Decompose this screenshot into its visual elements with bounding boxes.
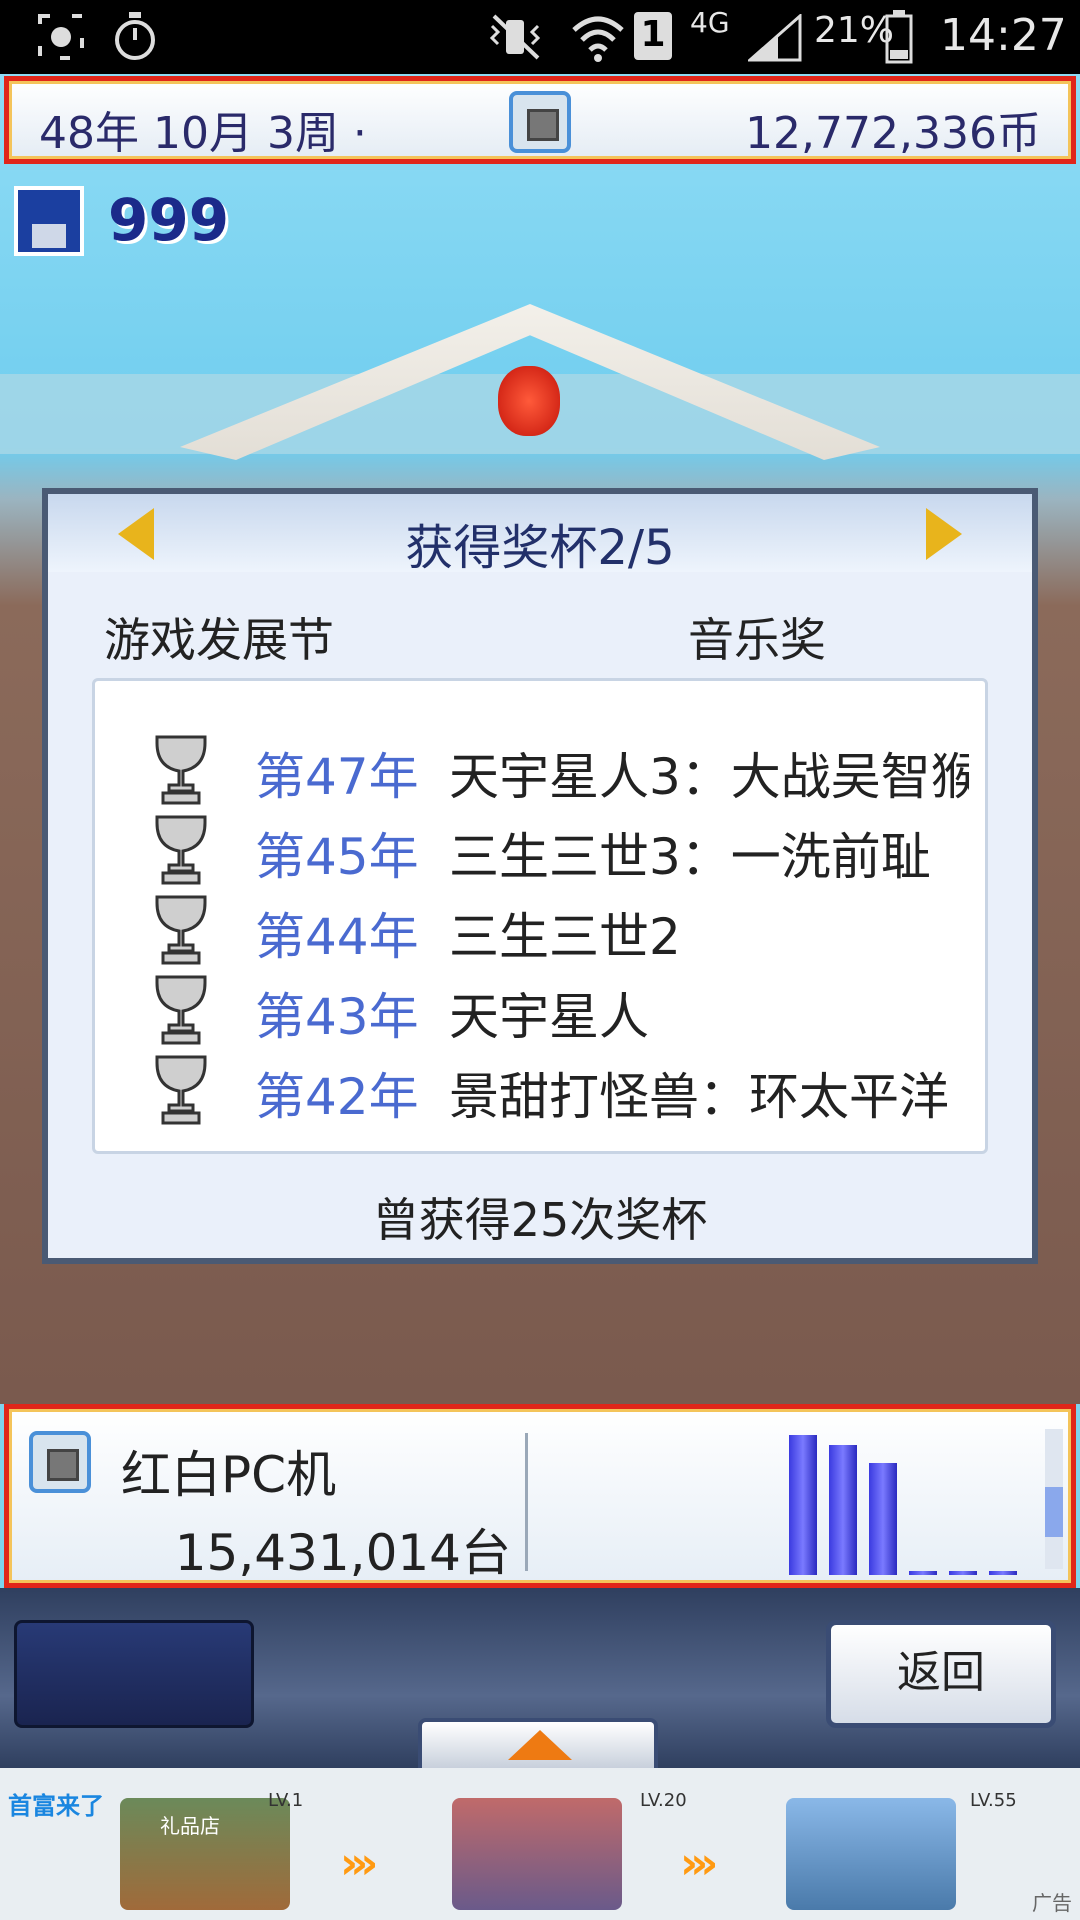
status-bar: 1 4G 21% 14:27 (0, 0, 1080, 74)
award-year: 第43年 (255, 988, 419, 1046)
shop-level20-image (452, 1798, 622, 1910)
shop-level1-image: 礼品店 (120, 1798, 290, 1910)
trophy-icon (155, 895, 207, 965)
chart-bar (949, 1571, 977, 1575)
award-year: 第45年 (255, 828, 419, 886)
trophy-icon (155, 815, 207, 885)
signal-icon (748, 14, 802, 62)
shop-level55-image (786, 1798, 956, 1910)
dialog-header: 获得奖杯2/5 (48, 494, 1032, 576)
battery-percent: 21% (814, 10, 895, 51)
chart-bar (989, 1571, 1017, 1575)
trophy-icon (155, 975, 207, 1045)
ad-banner[interactable]: 首富来了 礼品店 LV.1 ››› LV.20 ››› LV.55 广告 (0, 1768, 1080, 1920)
console-menu-icon[interactable] (509, 91, 571, 153)
award-year: 第44年 (255, 908, 419, 966)
chevron-right-icon: ››› (680, 1838, 719, 1889)
save-count: 999 (108, 186, 230, 254)
shop-sign: 礼品店 (160, 1814, 220, 1838)
stopwatch-icon (115, 12, 155, 60)
top-bar: 48年 10月 3周 · 12,772,336币 (4, 76, 1076, 164)
panel-scrollbar[interactable] (1045, 1429, 1063, 1569)
award-title: 天宇星人3：大战吴智猴 (449, 748, 969, 806)
menu-button[interactable] (14, 1620, 254, 1728)
sim-icon: 1 (634, 12, 672, 60)
game-date: 48年 10月 3周 · (39, 108, 367, 159)
control-area: 返回 (0, 1588, 1080, 1768)
expand-arrow-button[interactable] (418, 1718, 658, 1768)
list-item: 第42年 景甜打怪兽：环太平洋 (95, 1051, 985, 1131)
award-category: 音乐奖 (688, 613, 826, 667)
vibrate-mute-icon (489, 14, 541, 60)
chart-bar (869, 1463, 897, 1575)
clock: 14:27 (940, 10, 1067, 61)
console-name: 红白PC机 (121, 1446, 337, 1504)
chart-bar (829, 1445, 857, 1575)
list-item: 第43年 天宇星人 (95, 971, 985, 1051)
console-sales: 15,431,014台 (174, 1524, 511, 1582)
ad-tag: 广告 (1032, 1891, 1072, 1915)
trophy-dialog: 获得奖杯2/5 游戏发展节 音乐奖 第47年 天宇星人3：大战吴智猴 第45年 … (42, 488, 1038, 1264)
list-item: 第45年 三生三世3：一洗前耻 (95, 811, 985, 891)
total-trophies: 曾获得25次奖杯 (372, 1193, 708, 1247)
chart-bar (789, 1435, 817, 1575)
network-type: 4G (690, 6, 730, 39)
list-item: 第44年 三生三世2 (95, 891, 985, 971)
level-label: LV.55 (970, 1790, 1017, 1811)
award-title: 三生三世2 (449, 908, 681, 966)
award-title: 三生三世3：一洗前耻 (449, 828, 931, 886)
level-label: LV.1 (268, 1790, 304, 1811)
next-arrow-icon[interactable] (926, 508, 962, 560)
awards-list: 第47年 天宇星人3：大战吴智猴 第45年 三生三世3：一洗前耻 第44年 三生… (92, 678, 988, 1154)
divider (525, 1433, 528, 1571)
ad-logo: 首富来了 (8, 1792, 104, 1820)
list-item: 第47年 天宇星人3：大战吴智猴 (95, 731, 985, 811)
event-name: 游戏发展节 (104, 613, 334, 667)
sales-bar-chart (789, 1435, 1029, 1575)
chart-bar (909, 1571, 937, 1575)
award-year: 第42年 (255, 1068, 419, 1126)
chevron-right-icon: ››› (340, 1838, 379, 1889)
level-label: LV.20 (640, 1790, 687, 1811)
award-title: 景甜打怪兽：环太平洋 (449, 1068, 949, 1126)
dialog-title: 获得奖杯2/5 (405, 520, 675, 576)
lantern-icon (498, 366, 560, 436)
money-display: 12,772,336币 (745, 108, 1041, 159)
console-info-panel[interactable]: 红白PC机 15,431,014台 (4, 1404, 1076, 1588)
battery-icon (885, 10, 913, 64)
scroll-thumb[interactable] (1045, 1487, 1063, 1537)
award-title: 天宇星人 (449, 988, 649, 1046)
back-button[interactable]: 返回 (826, 1620, 1056, 1728)
trophy-icon (155, 735, 207, 805)
wifi-icon (572, 16, 624, 62)
save-disk-icon[interactable] (14, 186, 84, 256)
console-icon (29, 1431, 91, 1493)
award-year: 第47年 (255, 748, 419, 806)
trophy-icon (155, 1055, 207, 1125)
screenshot-icon (38, 14, 84, 60)
